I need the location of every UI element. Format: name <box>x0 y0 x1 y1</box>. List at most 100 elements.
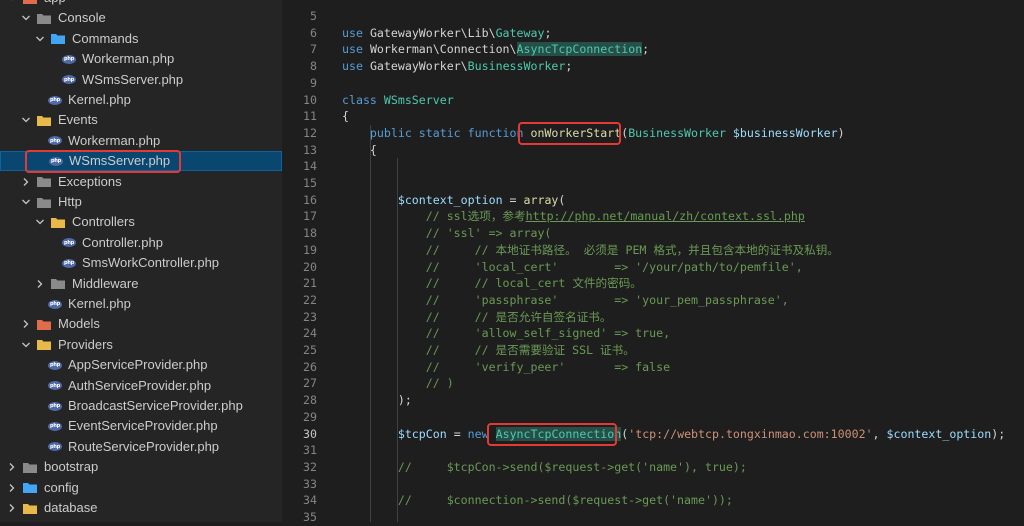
line-number: 7 <box>310 42 317 57</box>
chevron-down-icon[interactable] <box>20 196 32 208</box>
code-token: BusinessWorker <box>467 59 566 74</box>
code-text: // // 是否允许自签名证书。 <box>342 309 612 326</box>
code-token: 'tcp://webtcp.tongxinmao.com:10002' <box>628 426 873 441</box>
code-text: // // 是否需要验证 SSL 证书。 <box>342 342 635 359</box>
code-line[interactable]: 8 use GatewayWorker\BusinessWorker; <box>282 58 1024 75</box>
chevron-down-icon[interactable] <box>20 12 32 24</box>
code-line[interactable]: 30 $tcpCon = new AsyncTcpConnection('tcp… <box>282 426 1024 443</box>
line-number: 6 <box>310 25 317 40</box>
code-token: ( <box>558 192 566 207</box>
folder-item[interactable]: app <box>0 0 282 8</box>
code-token: $context_option <box>397 192 503 207</box>
file-item[interactable]: php BroadcastServiceProvider.php <box>0 396 282 416</box>
chevron-down-icon[interactable] <box>6 0 18 4</box>
file-item[interactable]: php WSmsServer.php <box>0 70 282 90</box>
chevron-down-icon[interactable] <box>34 33 46 45</box>
code-line[interactable]: 20 // 'local_cert' => '/your/path/to/pem… <box>282 259 1024 276</box>
file-item[interactable]: php Workerman.php <box>0 131 282 151</box>
folder-item[interactable]: Models <box>0 314 282 334</box>
file-item[interactable]: php AuthServiceProvider.php <box>0 376 282 396</box>
code-line[interactable]: 11 { <box>282 108 1024 125</box>
code-line[interactable]: 7 use Workerman\Connection\AsyncTcpConnec… <box>282 41 1024 58</box>
annotation-box <box>518 121 621 145</box>
code-line[interactable]: 16 $context_option = array( <box>282 192 1024 209</box>
file-item[interactable]: php AppServiceProvider.php <box>0 355 282 375</box>
folder-item[interactable]: database <box>0 498 282 518</box>
folder-item[interactable]: Events <box>0 110 282 130</box>
code-token: // 'passphrase' => 'your_pem_passphrase'… <box>342 292 789 307</box>
tree-item-label: Http <box>58 194 82 209</box>
file-item[interactable]: php Kernel.php <box>0 294 282 314</box>
code-line[interactable]: 23 // // 是否允许自签名证书。 <box>282 309 1024 326</box>
chevron-right-icon[interactable] <box>20 176 32 188</box>
code-line[interactable]: 19 // // 本地证书路径。 必须是 PEM 格式，并且包含本地的证书及私钥… <box>282 242 1024 259</box>
code-line[interactable]: 31 <box>282 442 1024 459</box>
folder-item[interactable]: Providers <box>0 335 282 355</box>
file-item[interactable]: php EventServiceProvider.php <box>0 416 282 436</box>
folder-item[interactable]: Controllers <box>0 212 282 232</box>
code-line[interactable]: 13 { <box>282 142 1024 159</box>
code-token: // 'local_cert' => '/your/path/to/pemfil… <box>342 259 803 274</box>
code-line[interactable]: 26 // 'verify_peer' => false <box>282 359 1024 376</box>
code-line[interactable]: 17 // ssl选项，参考http://php.net/manual/zh/c… <box>282 208 1024 225</box>
code-line[interactable]: 6 use GatewayWorker\Lib\Gateway; <box>282 25 1024 42</box>
folder-item[interactable]: Http <box>0 192 282 212</box>
code-token: // ssl选项，参考 <box>342 209 526 224</box>
code-line[interactable]: 21 // // local_cert 文件的密码。 <box>282 275 1024 292</box>
controllers-folder-icon <box>50 216 66 229</box>
folder-item[interactable]: bootstrap <box>0 457 282 477</box>
code-text: // ssl选项，参考http://php.net/manual/zh/cont… <box>342 208 805 225</box>
file-item[interactable]: php SmsWorkController.php <box>0 253 282 273</box>
code-text: { <box>342 108 349 125</box>
providers-folder-icon <box>36 338 52 351</box>
chevron-right-icon[interactable] <box>6 502 18 514</box>
chevron-right-icon[interactable] <box>34 278 46 290</box>
code-editor[interactable]: 5 6 use GatewayWorker\Lib\Gateway; 7 use Wor… <box>282 0 1024 524</box>
tree-item-label: WSmsServer.php <box>82 71 184 87</box>
code-line[interactable]: 33 <box>282 476 1024 493</box>
code-line[interactable]: 14 <box>282 158 1024 175</box>
code-line[interactable]: 12 public static function onWorkerStart(… <box>282 125 1024 142</box>
folder-item[interactable]: config <box>0 478 282 498</box>
folder-item[interactable]: Console <box>0 8 282 28</box>
code-line[interactable]: 25 // // 是否需要验证 SSL 证书。 <box>282 342 1024 359</box>
code-line[interactable]: 34 // $connection->send($request->get('n… <box>282 492 1024 509</box>
code-token: public static function <box>369 125 524 140</box>
code-line[interactable]: 32 // $tcpCon->send($request->get('name'… <box>282 459 1024 476</box>
file-item[interactable]: php Workerman.php <box>0 49 282 69</box>
code-token: new <box>467 426 489 441</box>
code-line[interactable]: 24 // 'allow_self_signed' => true, <box>282 325 1024 342</box>
file-item[interactable]: php RouteServiceProvider.php <box>0 437 282 457</box>
chevron-right-icon[interactable] <box>6 461 18 473</box>
code-line[interactable]: 28 ); <box>282 392 1024 409</box>
tree-item-label: Workerman.php <box>68 132 161 148</box>
code-line[interactable]: 29 <box>282 409 1024 426</box>
code-line[interactable]: 5 <box>282 8 1024 25</box>
code-line[interactable]: 9 <box>282 75 1024 92</box>
file-item[interactable]: php Controller.php <box>0 233 282 253</box>
code-token: // // 是否需要验证 SSL 证书。 <box>342 343 635 357</box>
chevron-down-icon[interactable] <box>20 339 32 351</box>
code-text: use Workerman\Connection\AsyncTcpConnect… <box>342 41 649 58</box>
code-line[interactable]: 35 <box>282 509 1024 526</box>
chevron-right-icon[interactable] <box>20 318 32 330</box>
code-line[interactable]: 22 // 'passphrase' => 'your_pem_passphra… <box>282 292 1024 309</box>
code-line[interactable]: 18 // 'ssl' => array( <box>282 225 1024 242</box>
chevron-down-icon[interactable] <box>20 114 32 126</box>
code-line[interactable]: 27 // ) <box>282 375 1024 392</box>
chevron-right-icon[interactable] <box>6 482 18 494</box>
tree-item-label: bootstrap <box>44 459 99 475</box>
code-line[interactable]: 10 class WSmsServer <box>282 92 1024 109</box>
file-item[interactable]: php Kernel.php <box>0 90 282 110</box>
folder-icon <box>36 12 52 25</box>
php-file-icon: php <box>48 381 62 391</box>
line-number: 14 <box>303 159 317 174</box>
folder-item[interactable]: Middleware <box>0 274 282 294</box>
line-number: 24 <box>303 326 317 341</box>
folder-item[interactable]: Commands <box>0 29 282 49</box>
folder-item[interactable]: Exceptions <box>0 172 282 192</box>
code-line[interactable]: 15 <box>282 175 1024 192</box>
chevron-down-icon[interactable] <box>34 216 46 228</box>
code-token: // // 是否允许自签名证书。 <box>342 309 612 324</box>
